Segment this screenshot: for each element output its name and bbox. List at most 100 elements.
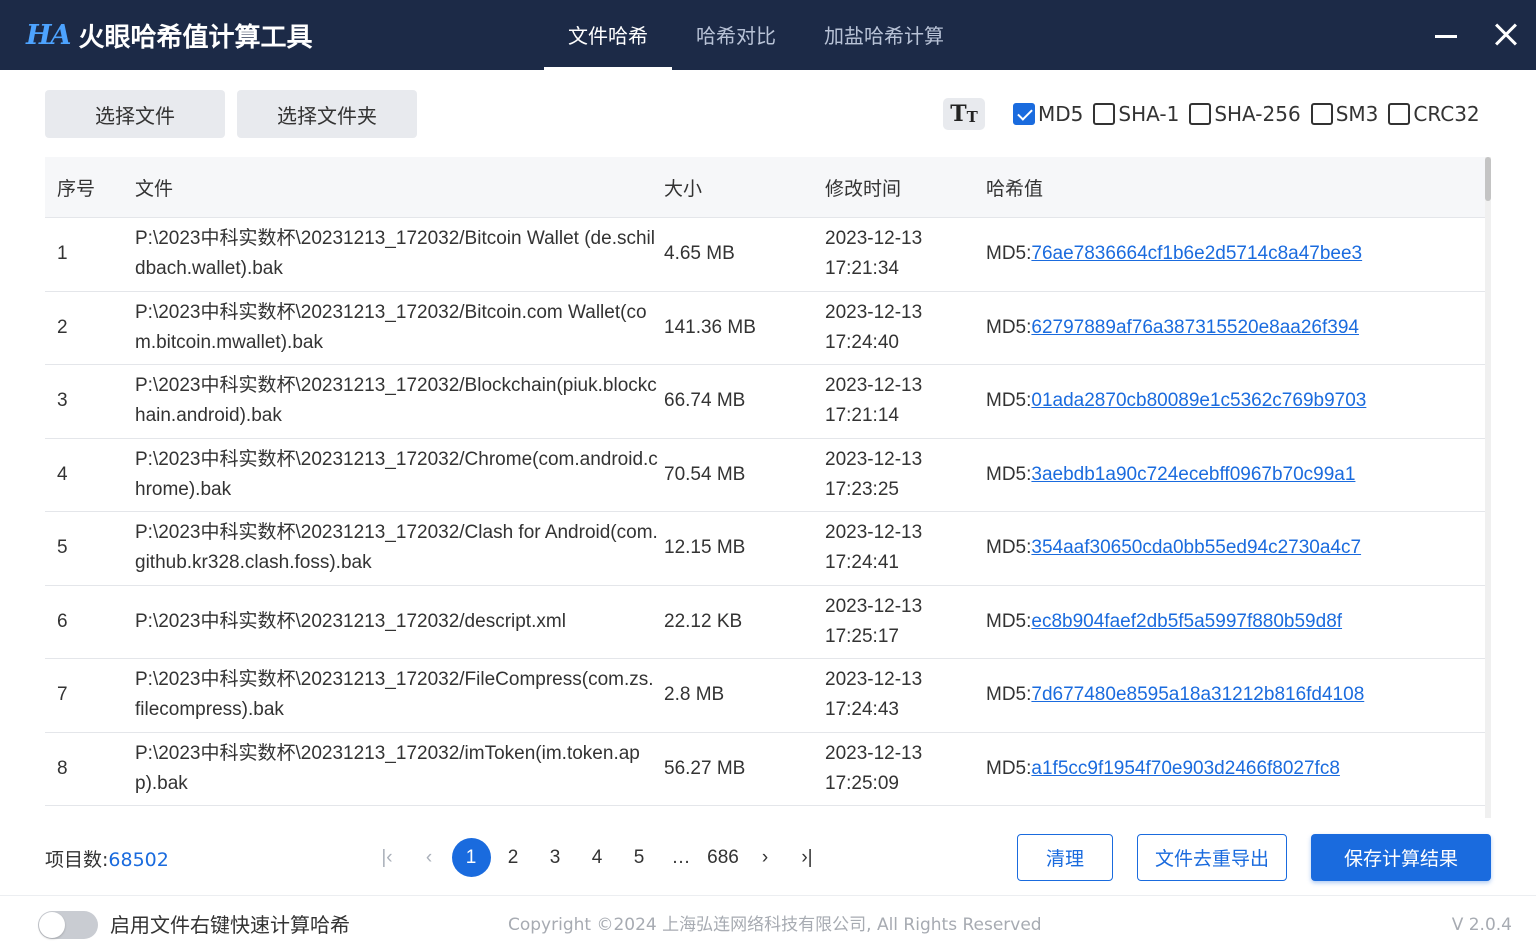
algo-sm3[interactable]: SM3 — [1310, 102, 1379, 126]
hash-prefix: MD5: — [986, 463, 1032, 485]
tab-salted-hash[interactable]: 加盐哈希计算 — [800, 0, 968, 70]
page-1[interactable]: 1 — [450, 838, 492, 877]
sha256-checkbox[interactable] — [1189, 103, 1212, 125]
row-mtime: 2023-12-13 17:21:14 — [825, 371, 986, 431]
mtime-time: 17:21:34 — [825, 258, 899, 280]
crc32-checkbox[interactable] — [1388, 103, 1411, 125]
row-hash: MD5:3aebdb1a90c724ecebff0967b70c99a1 — [986, 460, 1485, 490]
hash-link[interactable]: 3aebdb1a90c724ecebff0967b70c99a1 — [1031, 464, 1355, 485]
hash-link[interactable]: 76ae7836664cf1b6e2d5714c8a47bee3 — [1031, 243, 1362, 264]
md5-checkbox[interactable] — [1013, 103, 1035, 125]
table-row[interactable]: 2 P:\2023中科实数杯\20231213_172032/Bitcoin.c… — [45, 292, 1485, 365]
last-page-icon[interactable]: ›| — [786, 838, 828, 877]
select-folder-button[interactable]: 选择文件夹 — [237, 90, 417, 138]
hash-prefix: MD5: — [986, 684, 1032, 706]
row-index: 2 — [57, 316, 68, 338]
first-page-icon[interactable]: |‹ — [366, 838, 408, 877]
hash-link[interactable]: ec8b904faef2db5f5a5997f880b59d8f — [1031, 611, 1342, 632]
algo-md5[interactable]: MD5 — [1013, 102, 1083, 126]
algo-crc32[interactable]: CRC32 — [1388, 102, 1480, 126]
row-size: 56.27 MB — [664, 757, 746, 779]
table-row[interactable]: 6 P:\2023中科实数杯\20231213_172032/descript.… — [45, 586, 1485, 659]
row-hash: MD5:354aaf30650cda0bb55ed94c2730a4c7 — [986, 533, 1485, 563]
mtime-time: 17:25:09 — [825, 772, 899, 794]
tab-hash-compare[interactable]: 哈希对比 — [672, 0, 800, 70]
row-mtime: 2023-12-13 17:24:40 — [825, 298, 986, 358]
hash-prefix: MD5: — [986, 390, 1032, 412]
row-index: 4 — [57, 463, 68, 485]
app-logo: HA 火眼哈希值计算工具 — [26, 18, 312, 53]
header-index: 序号 — [57, 177, 96, 200]
hash-link[interactable]: 354aaf30650cda0bb55ed94c2730a4c7 — [1031, 537, 1361, 558]
table-row[interactable]: 1 P:\2023中科实数杯\20231213_172032/Bitcoin W… — [45, 218, 1485, 292]
row-file: P:\2023中科实数杯\20231213_172032/Bitcoin.com… — [135, 298, 664, 358]
algo-sha256[interactable]: SHA-256 — [1189, 102, 1301, 126]
row-mtime: 2023-12-13 17:24:43 — [825, 665, 986, 725]
page-686[interactable]: 686 — [702, 838, 744, 877]
page-2[interactable]: 2 — [492, 838, 534, 877]
font-size-icon[interactable]: TT — [943, 98, 985, 130]
page-4[interactable]: 4 — [576, 838, 618, 877]
row-mtime: 2023-12-13 17:25:17 — [825, 592, 986, 652]
row-hash: MD5:a1f5cc9f1954f70e903d2466f8027fc8 — [986, 754, 1485, 784]
file-path: P:\2023中科实数杯\20231213_172032/Clash for A… — [135, 522, 658, 574]
page-ellipsis[interactable]: … — [660, 838, 702, 877]
hash-prefix: MD5: — [986, 316, 1032, 338]
hash-link[interactable]: a1f5cc9f1954f70e903d2466f8027fc8 — [1031, 758, 1340, 779]
row-size: 4.65 MB — [664, 243, 735, 265]
page-3[interactable]: 3 — [534, 838, 576, 877]
mtime-time: 17:25:17 — [825, 625, 899, 647]
algo-sha1[interactable]: SHA-1 — [1093, 102, 1179, 126]
mtime-date: 2023-12-13 — [825, 448, 923, 470]
minimize-icon[interactable] — [1431, 20, 1461, 50]
file-path: P:\2023中科实数杯\20231213_172032/Chrome(com.… — [135, 448, 658, 500]
hash-prefix: MD5: — [986, 537, 1032, 559]
hash-link[interactable]: 7d677480e8595a18a31212b816fd4108 — [1031, 684, 1364, 705]
title-bar: HA 火眼哈希值计算工具 文件哈希 哈希对比 加盐哈希计算 — [0, 0, 1536, 70]
select-file-button[interactable]: 选择文件 — [45, 90, 225, 138]
scrollbar-thumb[interactable] — [1485, 157, 1491, 201]
row-mtime: 2023-12-13 17:21:34 — [825, 224, 986, 284]
mtime-date: 2023-12-13 — [825, 375, 923, 397]
sha1-checkbox[interactable] — [1093, 103, 1116, 125]
dedup-export-button[interactable]: 文件去重导出 — [1137, 834, 1287, 881]
footer-divider — [0, 895, 1536, 896]
tab-file-hash[interactable]: 文件哈希 — [544, 0, 672, 70]
header-file: 文件 — [135, 177, 174, 200]
mtime-time: 17:21:14 — [825, 405, 899, 427]
algo-label: MD5 — [1038, 102, 1084, 126]
sm3-checkbox[interactable] — [1310, 103, 1333, 125]
item-count-label: 项目数: — [45, 849, 109, 871]
next-page-icon[interactable]: › — [744, 838, 786, 877]
mtime-time: 17:23:25 — [825, 478, 899, 500]
hash-link[interactable]: 62797889af76a387315520e8aa26f394 — [1031, 317, 1359, 338]
table-scrollbar[interactable] — [1485, 157, 1491, 818]
close-icon[interactable] — [1491, 20, 1521, 50]
mtime-time: 17:24:40 — [825, 331, 899, 353]
mtime-date: 2023-12-13 — [825, 522, 923, 544]
header-hash: 哈希值 — [986, 177, 1044, 200]
row-size: 12.15 MB — [664, 537, 746, 559]
save-results-button[interactable]: 保存计算结果 — [1311, 834, 1491, 881]
pagination: |‹ ‹ 1 2 3 4 5 … 686 › ›| — [366, 838, 828, 877]
clear-button[interactable]: 清理 — [1017, 834, 1113, 881]
context-menu-toggle[interactable] — [38, 911, 98, 939]
hash-link[interactable]: 01ada2870cb80089e1c5362c769b9703 — [1031, 390, 1366, 411]
row-file: P:\2023中科实数杯\20231213_172032/Blockchain(… — [135, 371, 664, 431]
table-row[interactable]: 3 P:\2023中科实数杯\20231213_172032/Blockchai… — [45, 365, 1485, 439]
algo-label: CRC32 — [1413, 102, 1480, 126]
algo-label: SHA-256 — [1214, 102, 1301, 126]
item-count: 项目数:68502 — [45, 845, 169, 872]
mtime-date: 2023-12-13 — [825, 595, 923, 617]
prev-page-icon[interactable]: ‹ — [408, 838, 450, 877]
hash-prefix: MD5: — [986, 243, 1032, 265]
table-row[interactable]: 5 P:\2023中科实数杯\20231213_172032/Clash for… — [45, 512, 1485, 586]
algo-label: SM3 — [1335, 102, 1379, 126]
row-index: 7 — [57, 684, 68, 706]
page-5[interactable]: 5 — [618, 838, 660, 877]
table-row[interactable]: 7 P:\2023中科实数杯\20231213_172032/FileCompr… — [45, 659, 1485, 733]
table-row[interactable]: 8 P:\2023中科实数杯\20231213_172032/imToken(i… — [45, 733, 1485, 806]
logo-mark: HA — [26, 19, 71, 51]
mtime-date: 2023-12-13 — [825, 301, 923, 323]
table-row[interactable]: 4 P:\2023中科实数杯\20231213_172032/Chrome(co… — [45, 439, 1485, 512]
